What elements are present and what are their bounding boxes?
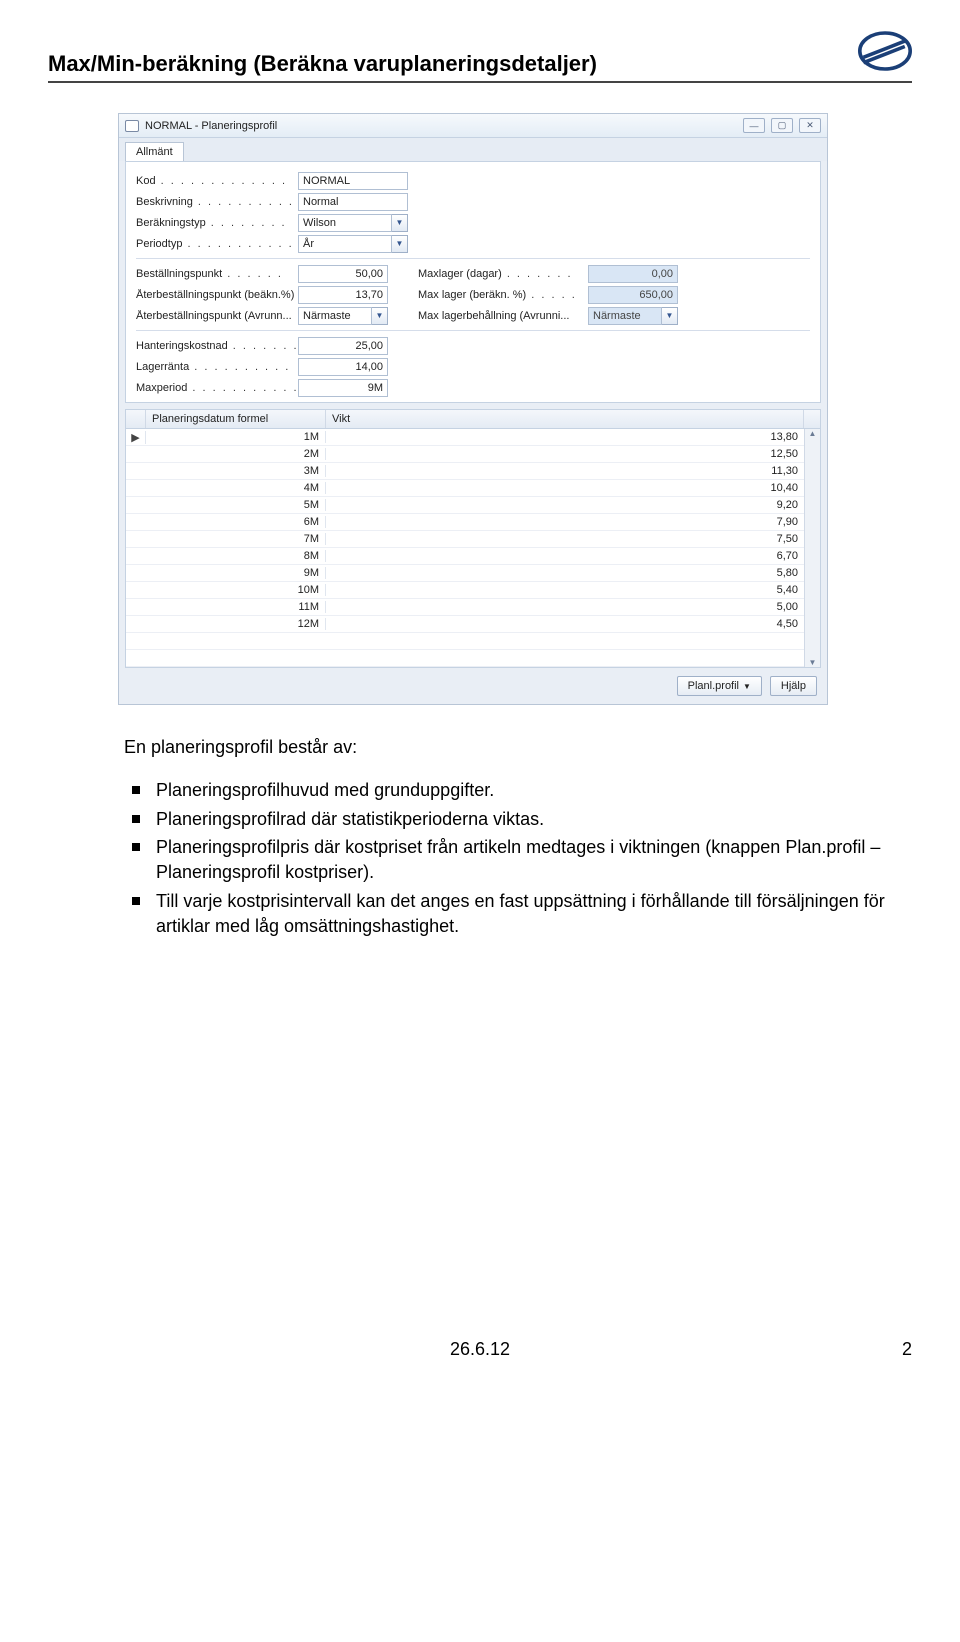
bullet-item: Planeringsprofilhuvud med grunduppgifter… — [124, 778, 912, 803]
cell-vikt[interactable]: 13,80 — [326, 431, 804, 443]
intro-text: En planeringsprofil består av: — [124, 735, 912, 760]
cell-vikt[interactable]: 7,90 — [326, 516, 804, 528]
field-maxlager-pct[interactable]: 650,00 — [588, 286, 678, 304]
table-row[interactable] — [126, 633, 820, 650]
label-beskrivning: Beskrivning . . . . . . . . . . — [136, 196, 298, 208]
cell-date[interactable]: 4M — [146, 482, 326, 494]
cell-date[interactable]: 5M — [146, 499, 326, 511]
bullet-item: Till varje kostprisintervall kan det ang… — [124, 889, 912, 939]
field-berakningstyp[interactable]: Wilson — [298, 214, 392, 232]
cell-date[interactable]: 3M — [146, 465, 326, 477]
field-lagerranta[interactable]: 14,00 — [298, 358, 388, 376]
bullet-item: Planeringsprofilpris där kostpriset från… — [124, 835, 912, 885]
cell-vikt[interactable]: 12,50 — [326, 448, 804, 460]
cell-date[interactable]: 6M — [146, 516, 326, 528]
label-berakningstyp: Beräkningstyp . . . . . . . . — [136, 217, 298, 229]
cell-date[interactable]: 7M — [146, 533, 326, 545]
cell-vikt[interactable]: 4,50 — [326, 618, 804, 630]
table-row[interactable]: 10M5,40 — [126, 582, 820, 599]
cell-vikt[interactable]: 9,20 — [326, 499, 804, 511]
label-maxperiod: Maxperiod . . . . . . . . . . . — [136, 382, 298, 394]
label-hanteringskostnad: Hanteringskostnad . . . . . . . — [136, 340, 298, 352]
table-row[interactable]: 12M4,50 — [126, 616, 820, 633]
table-row[interactable]: 8M6,70 — [126, 548, 820, 565]
scroll-down-icon[interactable]: ▼ — [809, 658, 817, 667]
cell-vikt[interactable]: 5,80 — [326, 567, 804, 579]
table-row[interactable]: 11M5,00 — [126, 599, 820, 616]
table-row[interactable]: 2M12,50 — [126, 446, 820, 463]
hjalp-button[interactable]: Hjälp — [770, 676, 817, 696]
page-title: Max/Min-beräkning (Beräkna varuplanering… — [48, 51, 597, 77]
cell-vikt[interactable]: 11,30 — [326, 465, 804, 477]
label-aterbest-avrunn: Återbeställningspunkt (Avrunn... — [136, 310, 298, 322]
planlprofil-button[interactable]: Planl.profil ▼ — [677, 676, 762, 696]
table-row[interactable]: 3M11,30 — [126, 463, 820, 480]
label-kod: Kod . . . . . . . . . . . . . — [136, 175, 298, 187]
company-logo — [858, 30, 912, 77]
table-row[interactable]: 6M7,90 — [126, 514, 820, 531]
grid-header-date[interactable]: Planeringsdatum formel — [146, 410, 326, 428]
close-button[interactable]: ✕ — [799, 118, 821, 133]
cell-vikt[interactable]: 5,00 — [326, 601, 804, 613]
cell-date[interactable]: 11M — [146, 601, 326, 613]
cell-date[interactable]: 12M — [146, 618, 326, 630]
cell-vikt[interactable]: 6,70 — [326, 550, 804, 562]
minimize-button[interactable]: — — [743, 118, 765, 133]
cell-vikt[interactable]: 10,40 — [326, 482, 804, 494]
footer-date: 26.6.12 — [450, 1339, 510, 1359]
field-maxlager-avrunn[interactable]: Närmaste — [588, 307, 662, 325]
table-row[interactable]: ▶1M13,80 — [126, 429, 820, 446]
cell-date[interactable]: 2M — [146, 448, 326, 460]
field-periodtyp[interactable]: År — [298, 235, 392, 253]
cell-date[interactable]: 1M — [146, 431, 326, 443]
cell-date[interactable]: 10M — [146, 584, 326, 596]
label-maxlager-avrunn: Max lagerbehållning (Avrunni... — [418, 310, 588, 322]
field-bestallningspunkt[interactable]: 50,00 — [298, 265, 388, 283]
label-maxlager-dagar: Maxlager (dagar) . . . . . . . — [418, 268, 588, 280]
maximize-button[interactable]: ▢ — [771, 118, 793, 133]
tab-allmant[interactable]: Allmänt — [125, 142, 184, 161]
cell-vikt[interactable]: 5,40 — [326, 584, 804, 596]
label-lagerranta: Lagerränta . . . . . . . . . . — [136, 361, 298, 373]
app-screenshot: NORMAL - Planeringsprofil — ▢ ✕ Allmänt … — [118, 113, 912, 705]
planning-grid[interactable]: Planeringsdatum formel Vikt ▲ ▼ ▶1M13,80… — [125, 409, 821, 668]
field-maxperiod[interactable]: 9M — [298, 379, 388, 397]
table-row[interactable]: 5M9,20 — [126, 497, 820, 514]
row-selector[interactable]: ▶ — [126, 431, 146, 444]
table-row[interactable]: 7M7,50 — [126, 531, 820, 548]
grid-header-vikt[interactable]: Vikt — [326, 410, 804, 428]
dropdown-periodtyp-icon[interactable]: ▼ — [392, 235, 408, 253]
window-title: NORMAL - Planeringsprofil — [145, 120, 277, 132]
dropdown-maxlager-avrunn-icon[interactable]: ▼ — [662, 307, 678, 325]
dropdown-berakningstyp-icon[interactable]: ▼ — [392, 214, 408, 232]
scroll-up-icon[interactable]: ▲ — [809, 429, 817, 438]
cell-date[interactable]: 9M — [146, 567, 326, 579]
window-titlebar: NORMAL - Planeringsprofil — ▢ ✕ — [119, 114, 827, 138]
field-kod[interactable]: NORMAL — [298, 172, 408, 190]
label-bestallningspunkt: Beställningspunkt . . . . . . — [136, 268, 298, 280]
cell-date[interactable]: 8M — [146, 550, 326, 562]
bullet-item: Planeringsprofilrad där statistikperiode… — [124, 807, 912, 832]
label-aterbest-pct: Återbeställningspunkt (beäkn.%) — [136, 289, 298, 301]
label-periodtyp: Periodtyp . . . . . . . . . . . — [136, 238, 298, 250]
field-aterbest-pct[interactable]: 13,70 — [298, 286, 388, 304]
table-row[interactable] — [126, 650, 820, 667]
field-maxlager-dagar[interactable]: 0,00 — [588, 265, 678, 283]
grid-scrollbar[interactable]: ▲ ▼ — [804, 429, 820, 667]
field-beskrivning[interactable]: Normal — [298, 193, 408, 211]
field-hanteringskostnad[interactable]: 25,00 — [298, 337, 388, 355]
chevron-down-icon: ▼ — [743, 682, 751, 691]
field-aterbest-avrunn[interactable]: Närmaste — [298, 307, 372, 325]
label-maxlager-pct: Max lager (beräkn. %) . . . . . — [418, 289, 588, 301]
cell-vikt[interactable]: 7,50 — [326, 533, 804, 545]
table-row[interactable]: 4M10,40 — [126, 480, 820, 497]
table-row[interactable]: 9M5,80 — [126, 565, 820, 582]
app-icon — [125, 120, 139, 132]
dropdown-aterbest-avrunn-icon[interactable]: ▼ — [372, 307, 388, 325]
footer-page-number: 2 — [902, 1339, 912, 1360]
